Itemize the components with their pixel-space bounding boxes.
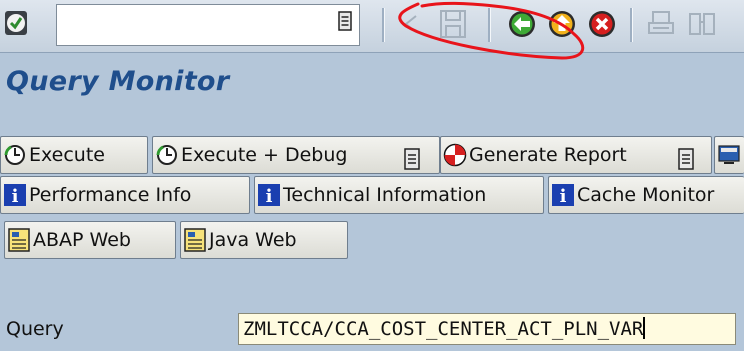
java-web-label: Java Web [209, 229, 297, 251]
generate-report-button[interactable]: Generate Report [440, 136, 712, 174]
page-title: Query Monitor [6, 66, 230, 97]
system-toolbar [0, 0, 744, 60]
execute-debug-label: Execute + Debug [181, 144, 348, 166]
save-icon[interactable] [436, 6, 472, 42]
enter-icon[interactable] [4, 10, 36, 38]
cache-monitor-label: Cache Monitor [577, 184, 715, 206]
info-icon: i [257, 183, 281, 207]
screen-icon [717, 143, 741, 167]
execute-button[interactable]: Execute [0, 136, 148, 174]
find-icon[interactable] [684, 6, 720, 42]
query-input[interactable]: ZMLTCCA/CCA_COST_CENTER_ACT_PLN_VAR [238, 313, 736, 345]
print-icon[interactable] [644, 6, 680, 42]
command-field[interactable] [56, 4, 360, 46]
toolbar-separator [630, 8, 633, 42]
toolbar-separator [488, 8, 491, 42]
performance-info-button[interactable]: i Performance Info [0, 176, 250, 214]
execute-clock-icon [3, 143, 27, 167]
document-icon [7, 228, 31, 252]
execute-debug-clock-icon [155, 143, 179, 167]
performance-info-label: Performance Info [29, 184, 192, 206]
query-label: Query [6, 318, 64, 340]
technical-information-label: Technical Information [283, 184, 487, 206]
generate-report-icon [443, 143, 467, 167]
java-web-button[interactable]: Java Web [180, 221, 348, 259]
execute-debug-dropdown-icon[interactable] [404, 148, 420, 170]
back-triangle-icon[interactable] [396, 6, 432, 42]
svg-text:i: i [12, 186, 19, 206]
text-caret [643, 317, 646, 339]
abap-web-button[interactable]: ABAP Web [4, 221, 176, 259]
cache-monitor-button[interactable]: i Cache Monitor [548, 176, 744, 214]
technical-information-button[interactable]: i Technical Information [254, 176, 544, 214]
svg-text:i: i [560, 186, 567, 206]
back-icon[interactable] [504, 6, 540, 42]
generate-report-dropdown-icon[interactable] [678, 148, 694, 170]
document-icon [183, 228, 207, 252]
generate-report-label: Generate Report [469, 144, 627, 166]
execute-debug-button[interactable]: Execute + Debug [152, 136, 440, 174]
info-icon: i [551, 183, 575, 207]
toolbar-separator [382, 8, 385, 42]
abap-web-label: ABAP Web [33, 229, 131, 251]
cancel-icon[interactable] [584, 6, 620, 42]
execute-label: Execute [29, 144, 105, 166]
exit-icon[interactable] [544, 6, 580, 42]
info-icon: i [3, 183, 27, 207]
command-dropdown-icon[interactable] [338, 11, 352, 31]
svg-text:i: i [266, 186, 273, 206]
overflow-button[interactable] [714, 136, 744, 174]
query-input-value: ZMLTCCA/CCA_COST_CENTER_ACT_PLN_VAR [243, 318, 644, 340]
